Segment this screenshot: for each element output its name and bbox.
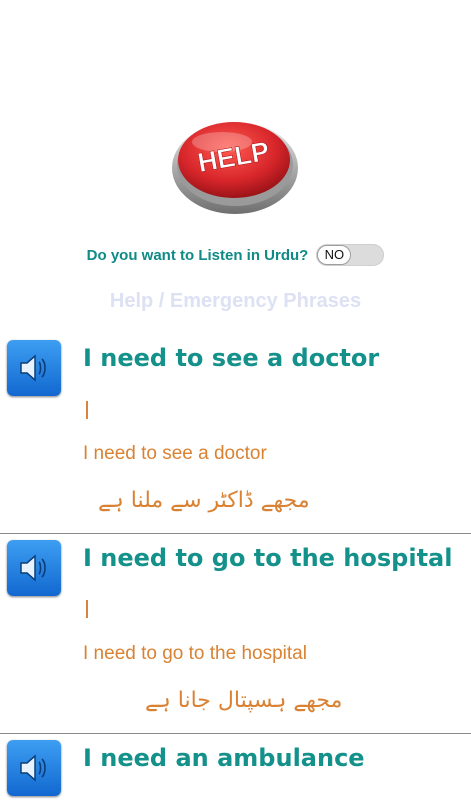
listen-prompt-label: Do you want to Listen in Urdu? bbox=[86, 246, 309, 264]
phrase-transliteration: I need to go to the hospital bbox=[83, 643, 307, 664]
phrase-transliteration: I need to see a doctor bbox=[83, 443, 267, 464]
speaker-icon bbox=[20, 354, 46, 382]
text-cursor bbox=[86, 600, 88, 618]
speaker-icon bbox=[20, 554, 46, 582]
phrase-card: I need to go to the hospital I need to g… bbox=[0, 534, 471, 734]
phrase-urdu: مجھے ہسپتال جانا ہے bbox=[145, 688, 343, 713]
phrase-english: I need to go to the hospital bbox=[83, 544, 453, 572]
phrase-english: I need to see a doctor bbox=[83, 344, 380, 372]
text-cursor bbox=[86, 401, 88, 419]
phrase-english: I need an ambulance bbox=[83, 744, 365, 772]
section-title: Help / Emergency Phrases bbox=[109, 290, 362, 312]
speaker-button[interactable] bbox=[7, 540, 61, 596]
help-button-icon[interactable]: HELP bbox=[170, 108, 300, 218]
listen-toggle-row: Do you want to Listen in Urdu? NO bbox=[0, 241, 471, 269]
listen-urdu-toggle[interactable]: NO bbox=[316, 244, 385, 266]
speaker-button[interactable] bbox=[7, 740, 61, 796]
speaker-button[interactable] bbox=[7, 340, 61, 396]
phrase-card: I need an ambulance bbox=[0, 734, 471, 800]
speaker-icon bbox=[20, 754, 46, 782]
phrase-card: I need to see a doctor I need to see a d… bbox=[0, 330, 471, 535]
toggle-state-label: NO bbox=[317, 245, 352, 265]
phrase-urdu: مجھے ڈاکٹر سے ملنا ہے bbox=[98, 488, 310, 513]
